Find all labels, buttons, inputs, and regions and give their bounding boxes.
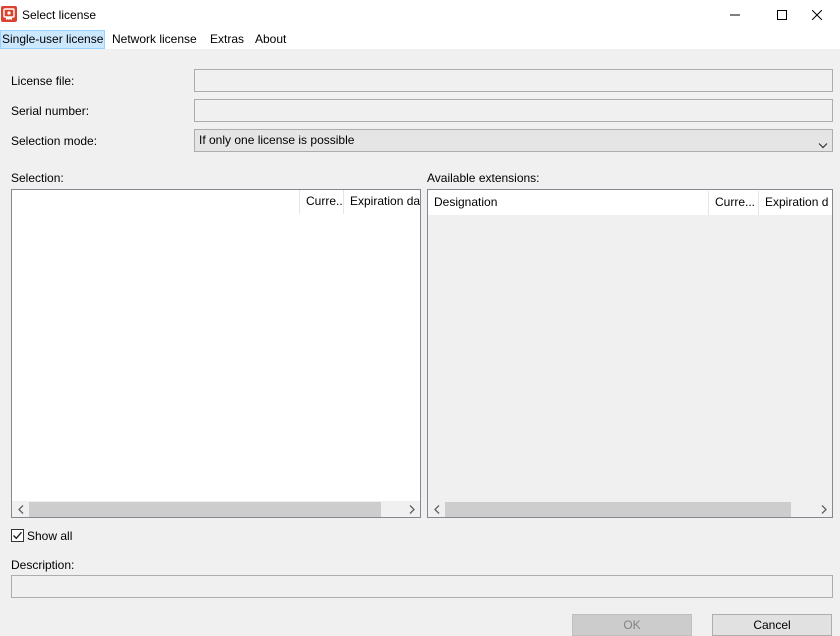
chevron-down-icon [818,136,828,156]
chevron-right-icon [409,503,415,517]
license-file-field[interactable] [194,69,833,92]
window-title: Select license [22,8,97,22]
license-app-icon [1,6,17,22]
available-extensions-label: Available extensions: [427,171,540,185]
extensions-scroll-thumb[interactable] [445,502,791,517]
selection-horizontal-scrollbar[interactable] [12,501,420,517]
menu-bar: Single-user license Network license Extr… [0,30,840,49]
minimize-icon [730,10,740,20]
menu-extras[interactable]: Extras [209,30,245,49]
extensions-column-current[interactable]: Curre... [709,191,759,215]
license-file-label: License file: [11,74,75,88]
chevron-right-icon [821,503,827,517]
scroll-left-arrow[interactable] [428,501,445,517]
selection-mode-value: If only one license is possible [199,133,355,147]
cancel-button[interactable]: Cancel [712,614,832,636]
extensions-list[interactable]: Designation Curre... Expiration d [427,189,833,518]
minimize-button[interactable] [712,0,758,30]
extensions-horizontal-scrollbar[interactable] [428,501,832,517]
menu-network-license[interactable]: Network license [111,30,198,49]
chevron-left-icon [17,503,24,517]
extensions-column-expiration[interactable]: Expiration d [759,191,832,215]
show-all-label[interactable]: Show all [27,529,72,543]
serial-number-label: Serial number: [11,104,90,118]
extensions-list-header: Designation Curre... Expiration d [428,190,832,215]
selection-scroll-thumb[interactable] [29,502,381,517]
title-bar: Select license [0,0,840,30]
close-icon [812,10,822,20]
close-button[interactable] [794,0,840,30]
extensions-column-designation[interactable]: Designation [428,191,709,215]
maximize-icon [777,10,787,20]
checkmark-icon [12,530,23,541]
show-all-checkbox[interactable] [11,529,24,542]
scroll-right-arrow[interactable] [403,501,420,517]
description-label: Description: [11,558,75,572]
scroll-right-arrow[interactable] [815,501,832,517]
serial-number-field[interactable] [194,99,833,122]
menu-about[interactable]: About [254,30,287,49]
selection-label: Selection: [11,171,64,185]
ok-button[interactable]: OK [572,614,692,636]
selection-list-header: Curre... Expiration da [12,190,420,214]
selection-column-current[interactable]: Curre... [300,190,344,214]
selection-column-blank[interactable] [12,190,300,214]
menu-single-user-license[interactable]: Single-user license [0,30,106,49]
scroll-left-arrow[interactable] [12,501,29,517]
selection-mode-label: Selection mode: [11,134,98,148]
selection-column-expiration[interactable]: Expiration da [344,190,420,214]
description-field[interactable] [11,575,833,598]
selection-mode-dropdown[interactable]: If only one license is possible [194,129,833,152]
chevron-left-icon [433,503,440,517]
selection-list[interactable]: Curre... Expiration da [11,189,421,518]
